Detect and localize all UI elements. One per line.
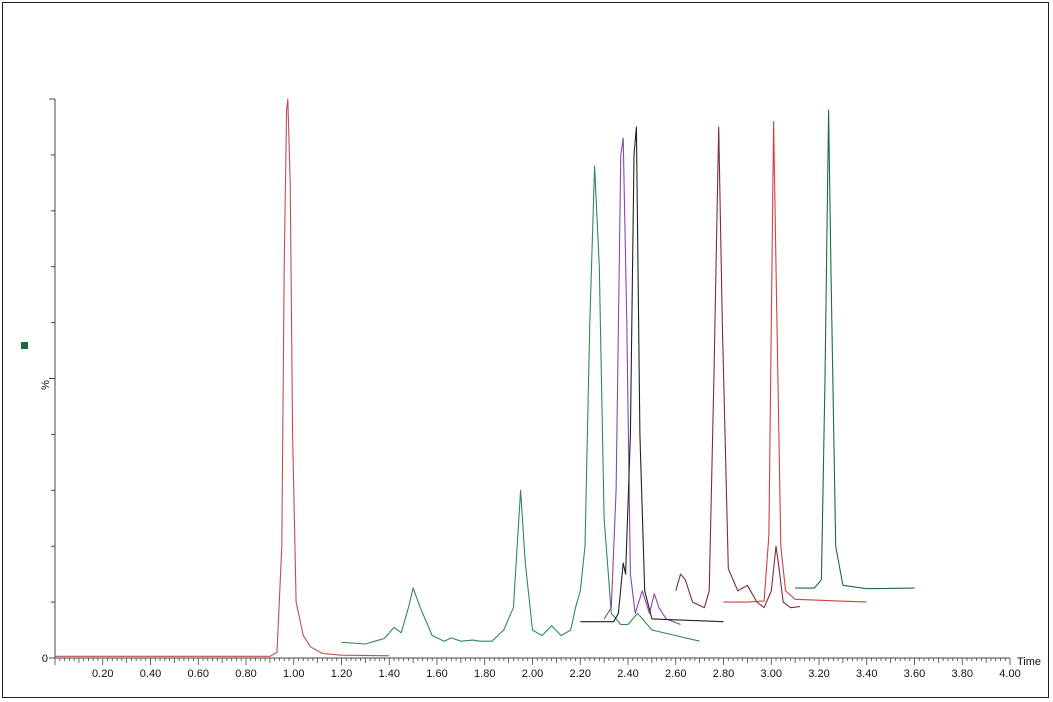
x-tick-label: 0.80 <box>235 668 256 680</box>
series-line-6 <box>723 120 867 603</box>
x-tick-label: 1.80 <box>474 668 495 680</box>
x-tick-label: 3.00 <box>761 668 782 680</box>
chromatogram-chart: 0 0.20 0.40 0.60 0.80 1.00 1.20 1.40 1.60 1.80 2.0… <box>21 98 1041 680</box>
x-tick-label: 2.40 <box>617 668 638 680</box>
x-tick-label: 0.20 <box>92 668 113 680</box>
x-tick-label: 4.00 <box>999 668 1020 680</box>
x-axis-title: Time <box>1017 656 1041 668</box>
x-tick-label: 3.80 <box>952 668 973 680</box>
series-line-7 <box>795 109 915 590</box>
x-tick-label: 3.60 <box>904 668 925 680</box>
series-line-3 <box>603 137 681 626</box>
x-tick-label: 1.00 <box>283 668 304 680</box>
axes: 0 0.20 0.40 0.60 0.80 1.00 1.20 1.40 1.60 1.80 2.0… <box>21 98 1021 680</box>
x-tick-label: 1.60 <box>426 668 447 680</box>
series-layer <box>55 98 915 657</box>
x-tick-label: 1.40 <box>379 668 400 680</box>
y-axis-title: % <box>40 380 52 390</box>
series-line-5 <box>675 126 800 609</box>
x-tick-label: 3.20 <box>808 668 829 680</box>
x-tick-label: 2.00 <box>522 668 543 680</box>
x-tick-label: 1.20 <box>331 668 352 680</box>
series-line-2 <box>341 165 700 645</box>
x-tick-label: 0.60 <box>188 668 209 680</box>
x-tick-label: 2.80 <box>713 668 734 680</box>
x-tick-label: 2.60 <box>665 668 686 680</box>
x-tick-label: 3.40 <box>856 668 877 680</box>
x-tick-label: 0.40 <box>140 668 161 680</box>
x-tick-label: 2.20 <box>570 668 591 680</box>
legend-marker <box>21 342 28 349</box>
series-line-1 <box>55 98 390 657</box>
y-tick-label: 0 <box>42 653 48 665</box>
